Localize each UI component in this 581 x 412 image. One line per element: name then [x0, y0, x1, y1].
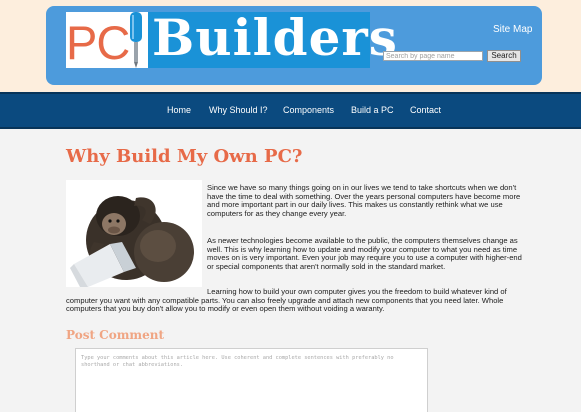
main-navbar: Home Why Should I? Components Build a PC… [0, 92, 581, 129]
article-paragraph: As newer technologies become available t… [207, 236, 522, 271]
sitemap-link[interactable]: Site Map [493, 24, 532, 35]
monkey-with-laptop-photo [66, 180, 202, 287]
screwdriver-icon [130, 12, 142, 68]
post-comment-heading: Post Comment [66, 328, 165, 342]
search-button[interactable]: Search [487, 50, 521, 62]
nav-build-a-pc[interactable]: Build a PC [351, 105, 394, 115]
nav-why-should-i[interactable]: Why Should I? [209, 105, 268, 115]
page-title: Why Build My Own PC? [66, 146, 303, 167]
logo-pc-text: PC [66, 16, 130, 69]
nav-home[interactable]: Home [167, 105, 191, 115]
logo-builders-text: Builders [152, 8, 398, 67]
article-paragraph: Since we have so many things going on in… [207, 183, 521, 218]
search-input[interactable] [383, 51, 483, 61]
comment-textarea[interactable] [75, 348, 428, 412]
nav-components[interactable]: Components [283, 105, 334, 115]
site-logo[interactable]: PC Builders [66, 8, 397, 69]
article-paragraph: Learning how to build your own computer … [66, 287, 507, 314]
nav-contact[interactable]: Contact [410, 105, 441, 115]
